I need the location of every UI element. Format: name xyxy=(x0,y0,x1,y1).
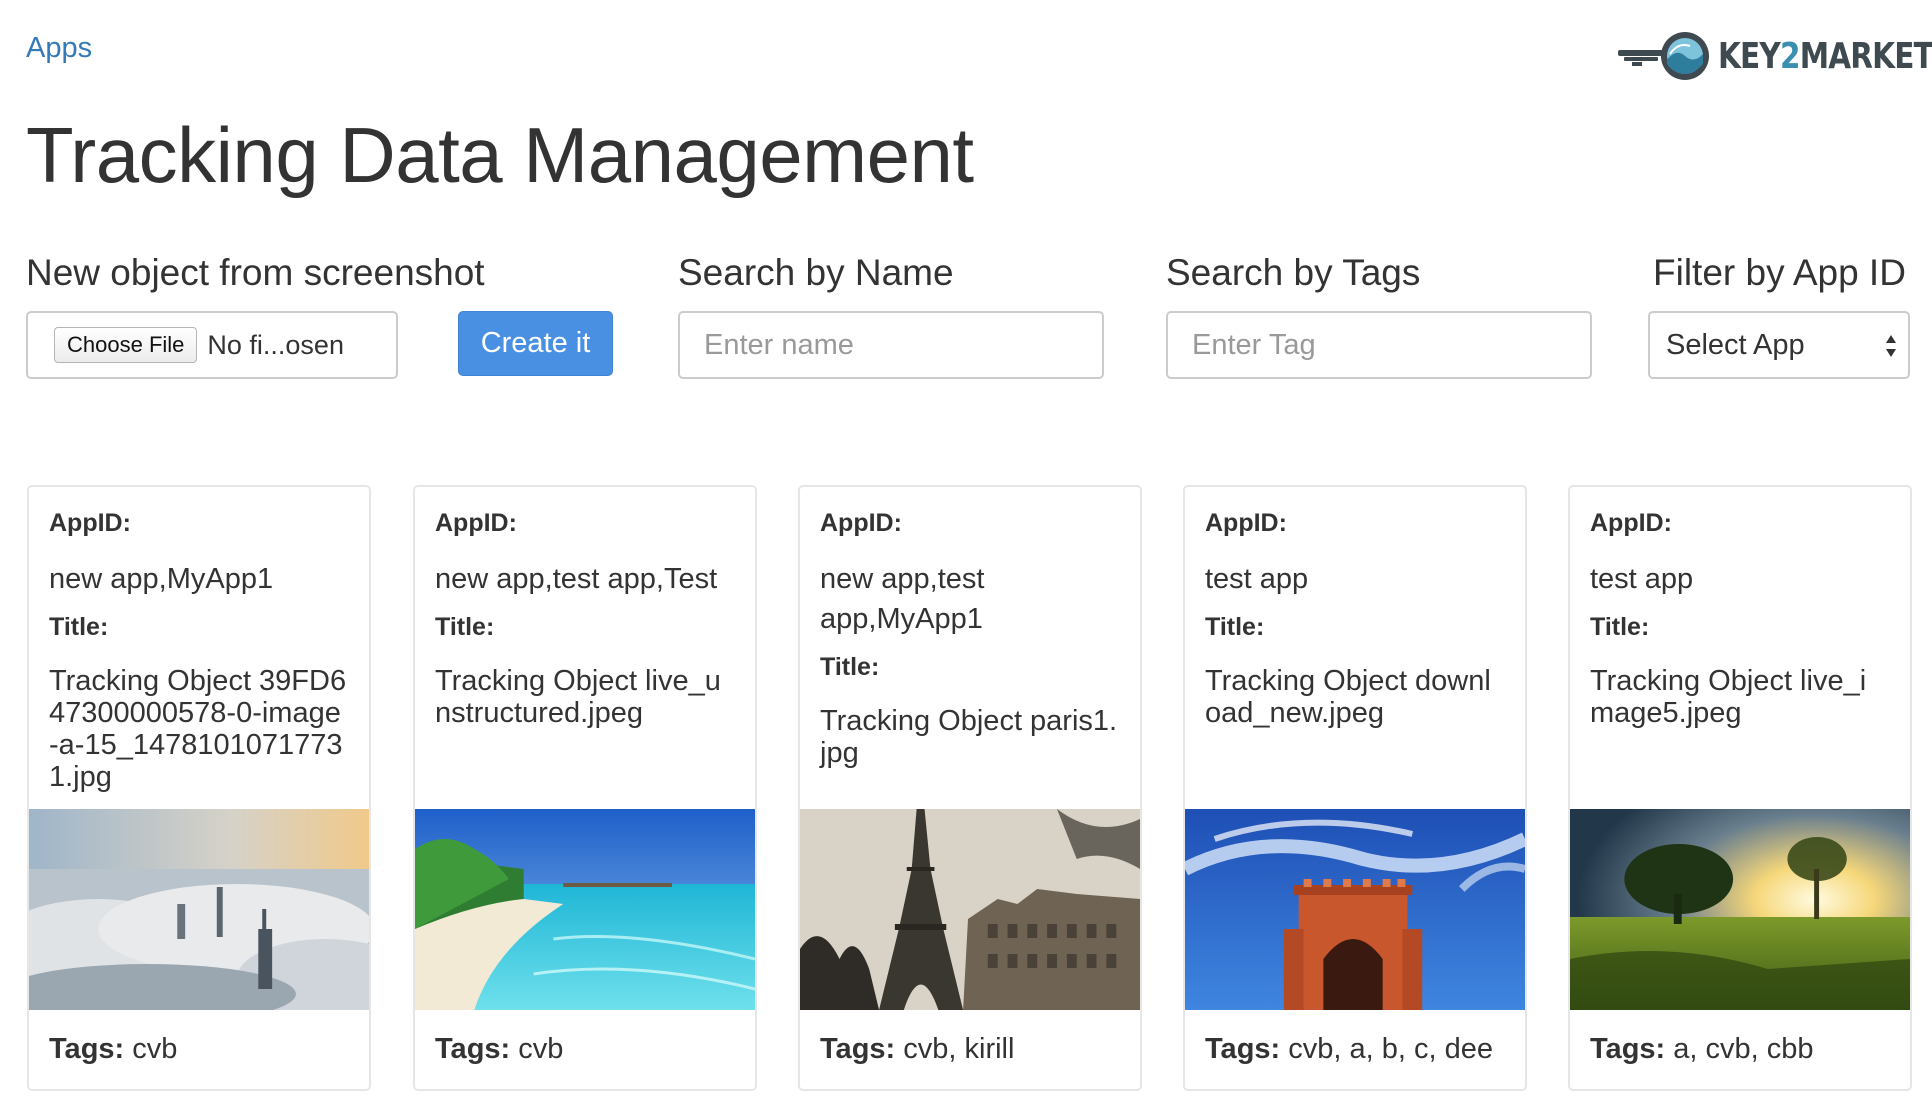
app-id-select[interactable]: Select App xyxy=(1648,311,1910,379)
title-value: Tracking Object live_unstructured.jpeg xyxy=(435,665,721,729)
create-it-button[interactable]: Create it xyxy=(458,311,613,376)
title-label: Title: xyxy=(1205,613,1265,641)
eiffel-tower-image xyxy=(800,809,1140,1010)
appid-label: AppID: xyxy=(49,509,131,537)
tags-value: a, cvb, cbb xyxy=(1673,1033,1814,1065)
tracking-object-card[interactable]: AppID: new app,test app,Test Title: Trac… xyxy=(413,485,757,1091)
title-value: Tracking Object live_image5.jpeg xyxy=(1590,665,1867,729)
apps-link[interactable]: Apps xyxy=(26,32,92,65)
tracking-object-card[interactable]: AppID: new app,MyApp1 Title: Tracking Ob… xyxy=(27,485,371,1091)
file-status: No fi...osen xyxy=(207,329,344,360)
search-name-label: Search by Name xyxy=(678,252,954,293)
search-tags-label: Search by Tags xyxy=(1166,252,1421,293)
tags-value: cvb, a, b, c, dee xyxy=(1288,1033,1493,1065)
tropical-beach-image xyxy=(415,809,755,1010)
new-object-label: New object from screenshot xyxy=(26,252,485,293)
title-label: Title: xyxy=(49,613,109,641)
appid-label: AppID: xyxy=(820,509,902,537)
appid-value: test app xyxy=(1205,563,1309,595)
title-label: Title: xyxy=(1590,613,1650,641)
title-value: Tracking Object 39FD647300000578-0-image… xyxy=(49,665,347,793)
appid-label: AppID: xyxy=(1590,509,1672,537)
title-label: Title: xyxy=(435,613,495,641)
title-value: Tracking Object download_new.jpeg xyxy=(1205,665,1491,729)
tracking-object-card[interactable]: AppID: test app Title: Tracking Object d… xyxy=(1183,485,1527,1091)
key2market-logo: KEY2MARKET xyxy=(1618,28,1932,84)
red-gate-blue-sky-image xyxy=(1185,809,1525,1010)
file-input[interactable]: Choose File No fi...osen xyxy=(26,311,398,379)
search-tags-input[interactable] xyxy=(1166,311,1592,379)
appid-label: AppID: xyxy=(435,509,517,537)
tags-line: Tags: a, cvb, cbb xyxy=(1590,1033,1814,1065)
appid-value: new app,test app,Test xyxy=(435,563,718,595)
city-above-clouds-image xyxy=(29,809,369,1010)
choose-file-button[interactable]: Choose File xyxy=(54,327,198,363)
appid-label: AppID: xyxy=(1205,509,1287,537)
tags-line: Tags: cvb xyxy=(49,1033,178,1065)
appid-value: new app,MyApp1 xyxy=(49,563,274,595)
tags-line: Tags: cvb xyxy=(435,1033,564,1065)
tags-value: cvb xyxy=(132,1033,178,1065)
key-logo-icon xyxy=(1618,32,1709,80)
tracking-object-card[interactable]: AppID: new app,test app,MyApp1 Title: Tr… xyxy=(798,485,1142,1091)
tags-value: cvb, kirill xyxy=(903,1033,1015,1065)
tags-value: cvb xyxy=(518,1033,564,1065)
app-id-select-value: Select App xyxy=(1666,328,1805,361)
appid-value: new app,test app,MyApp1 xyxy=(820,563,985,635)
appid-value: test app xyxy=(1590,563,1694,595)
select-arrows-icon xyxy=(1886,335,1896,357)
title-value: Tracking Object paris1.jpg xyxy=(820,705,1118,769)
tracking-object-card[interactable]: AppID: test app Title: Tracking Object l… xyxy=(1568,485,1912,1091)
filter-app-label: Filter by App ID xyxy=(1653,252,1906,293)
search-name-input[interactable] xyxy=(678,311,1104,379)
page-title: Tracking Data Management xyxy=(26,111,974,199)
logo-wordmark: KEY2MARKET xyxy=(1718,35,1932,77)
meadow-sunset-tree-image xyxy=(1570,809,1910,1010)
tags-line: Tags: cvb, a, b, c, dee xyxy=(1205,1033,1493,1065)
tags-line: Tags: cvb, kirill xyxy=(820,1033,1015,1065)
title-label: Title: xyxy=(820,653,880,681)
